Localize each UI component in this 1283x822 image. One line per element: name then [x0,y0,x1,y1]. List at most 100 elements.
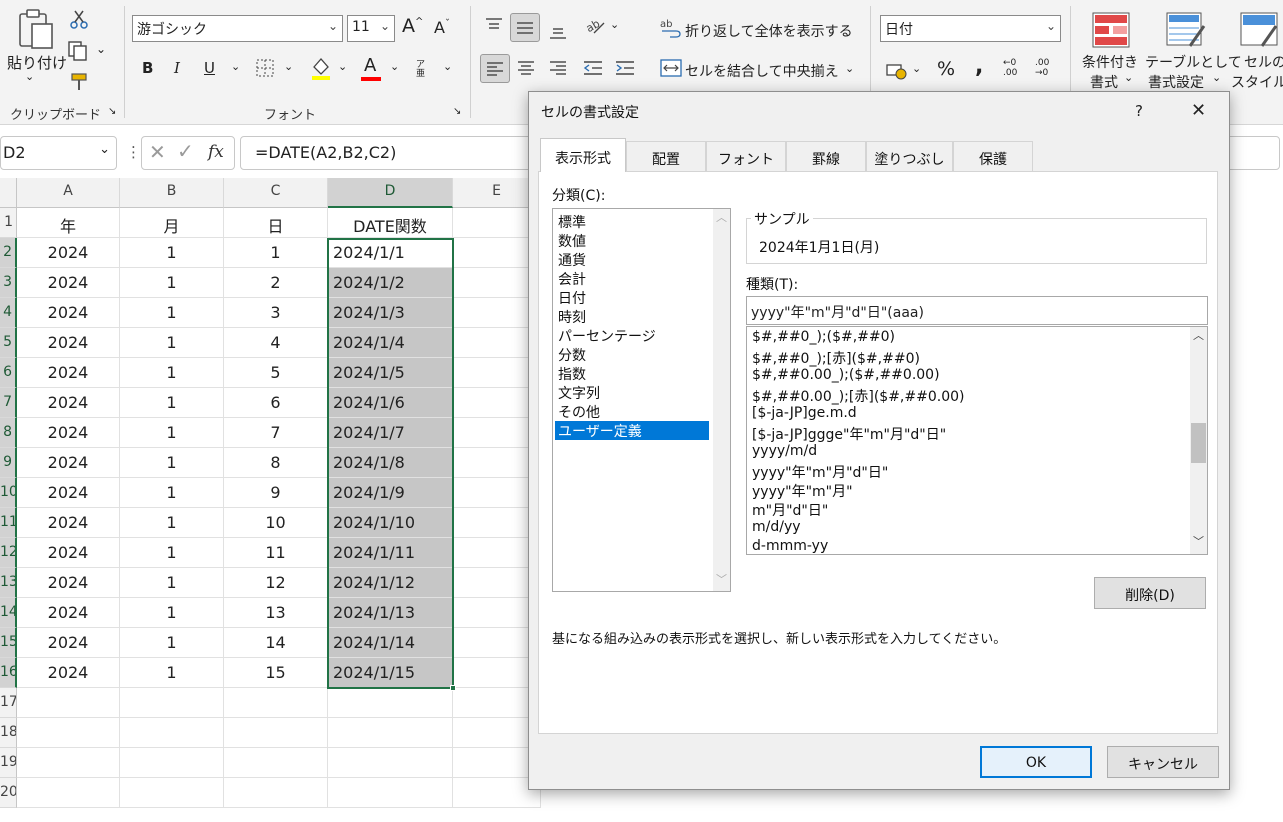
table-cell[interactable]: 12 [224,568,328,598]
table-cell[interactable]: 2024 [17,598,120,628]
conditional-formatting-line2[interactable]: 書式 [1090,72,1118,92]
table-cell[interactable]: 2024 [17,298,120,328]
category-item[interactable]: 通貨 [555,250,586,269]
column-header[interactable]: A [17,178,120,208]
category-item[interactable]: 指数 [555,364,586,383]
tab-5[interactable]: 保護 [953,141,1033,171]
row-header[interactable]: 17 [0,688,17,718]
increase-decimal-icon[interactable]: ←0.00 [1003,58,1017,78]
row-header[interactable]: 19 [0,748,17,778]
underline-icon[interactable]: U [204,59,215,77]
enter-icon[interactable]: ✓ [177,139,194,163]
table-cell[interactable] [328,778,453,808]
underline-dropdown-icon[interactable]: ⌄ [231,60,240,73]
category-item[interactable]: 分数 [555,345,586,364]
row-header[interactable]: 3 [0,268,17,298]
table-cell[interactable]: 1 [120,568,224,598]
paste-icon[interactable] [14,8,56,54]
border-icon[interactable] [256,59,274,81]
table-cell[interactable]: 2024 [17,658,120,688]
paste-button[interactable]: 貼り付け [7,52,67,73]
copy-dropdown-icon[interactable]: ⌄ [96,42,106,56]
column-header[interactable]: B [120,178,224,208]
fill-handle[interactable] [450,685,456,691]
table-cell[interactable]: 1 [120,448,224,478]
row-header[interactable]: 4 [0,298,17,328]
scroll-down-icon[interactable]: ﹀ [1193,533,1204,549]
tab-0[interactable]: 表示形式 [540,138,626,172]
scroll-thumb[interactable] [1191,423,1206,463]
table-cell[interactable]: 1 [120,658,224,688]
format-item[interactable]: $#,##0.00_);[赤]($#,##0.00) [749,386,964,405]
table-cell[interactable]: 2024 [17,238,120,268]
table-dropdown-icon[interactable]: ⌄ [1212,71,1221,84]
format-item[interactable]: [$-ja-JP]ggge"年"m"月"d"日" [749,424,946,443]
tab-2[interactable]: フォント [706,141,786,171]
tab-4[interactable]: 塗りつぶし [866,141,953,171]
format-item[interactable]: yyyy"年"m"月"d"日" [749,462,888,481]
table-cell[interactable]: 9 [224,478,328,508]
type-input[interactable]: yyyy"年"m"月"d"日"(aaa) [746,296,1208,325]
format-item[interactable]: $#,##0_);[赤]($#,##0) [749,348,920,367]
category-item[interactable]: 数値 [555,231,586,250]
table-cell[interactable]: 1 [120,598,224,628]
format-scrollbar[interactable]: ︿ ﹀ [1190,327,1207,554]
table-cell[interactable]: 1 [120,328,224,358]
table-cell[interactable]: 1 [120,538,224,568]
scroll-up-icon[interactable]: ︿ [1193,327,1204,343]
table-cell[interactable]: 1 [224,238,328,268]
category-item[interactable]: 文字列 [555,383,600,402]
format-item[interactable]: m/d/yy [749,519,801,538]
table-cell[interactable]: 1 [120,238,224,268]
category-item[interactable]: その他 [555,402,600,421]
table-cell[interactable]: 1 [120,298,224,328]
table-cell[interactable]: 1 [120,628,224,658]
category-item[interactable]: 日付 [555,288,586,307]
category-list[interactable]: 標準 数値 通貨 会計 日付 時刻 パーセンテージ 分数 指数 文字列 その他 ユーザー定義 ︿ ﹀ [552,208,731,592]
table-cell[interactable]: 8 [224,448,328,478]
row-header[interactable]: 7 [0,388,17,418]
more-options-icon[interactable]: ⋮ [126,143,141,161]
merge-center-icon[interactable] [660,59,682,81]
format-item[interactable]: [$-ja-JP]ge.m.d [749,405,857,424]
decrease-decimal-icon[interactable]: .00 →0 [1035,58,1049,78]
tab-3[interactable]: 罫線 [786,141,866,171]
category-item[interactable]: ユーザー定義 [555,421,709,440]
conditional-formatting-icon[interactable] [1092,12,1130,52]
comma-style-icon[interactable]: , [975,54,983,79]
table-cell[interactable]: 13 [224,598,328,628]
wrap-text-icon[interactable]: ab [660,18,682,42]
table-cell[interactable]: 2024 [17,478,120,508]
table-cell[interactable]: 14 [224,628,328,658]
row-header[interactable]: 10 [0,478,17,508]
scroll-down-icon[interactable]: ﹀ [716,571,727,587]
table-cell[interactable] [328,718,453,748]
font-launcher-icon[interactable]: ↘ [453,106,461,117]
increase-font-size-icon[interactable]: A^ [402,15,423,37]
table-cell[interactable]: 2024 [17,358,120,388]
decrease-font-size-icon[interactable]: Aˇ [434,18,450,37]
table-cell[interactable]: 2024 [17,628,120,658]
table-cell[interactable] [224,718,328,748]
table-cell[interactable]: 2024 [17,508,120,538]
close-icon[interactable]: ✕ [1191,100,1206,121]
orientation-dropdown-icon[interactable]: ⌄ [610,18,619,31]
phonetic-guide-icon[interactable]: ア亜 [416,61,432,79]
table-cell[interactable] [17,778,120,808]
table-cell[interactable]: 2024 [17,448,120,478]
table-cell[interactable]: 7 [224,418,328,448]
row-header[interactable]: 16 [0,658,17,688]
row-header[interactable]: 5 [0,328,17,358]
percent-icon[interactable]: % [937,58,955,80]
table-cell[interactable]: 2024 [17,418,120,448]
increase-indent-icon[interactable] [615,60,635,80]
table-cell[interactable]: 1 [120,388,224,418]
row-header[interactable]: 12 [0,538,17,568]
format-type-list[interactable]: $#,##0_);($#,##0) $#,##0_);[赤]($#,##0) $#,… [746,326,1208,555]
category-item[interactable]: パーセンテージ [555,326,656,345]
table-cell[interactable]: 10 [224,508,328,538]
format-item[interactable]: yyyy"年"m"月" [749,481,853,500]
row-header[interactable]: 13 [0,568,17,598]
format-item[interactable]: $#,##0.00_);($#,##0.00) [749,367,940,386]
select-all-corner[interactable] [0,178,17,208]
